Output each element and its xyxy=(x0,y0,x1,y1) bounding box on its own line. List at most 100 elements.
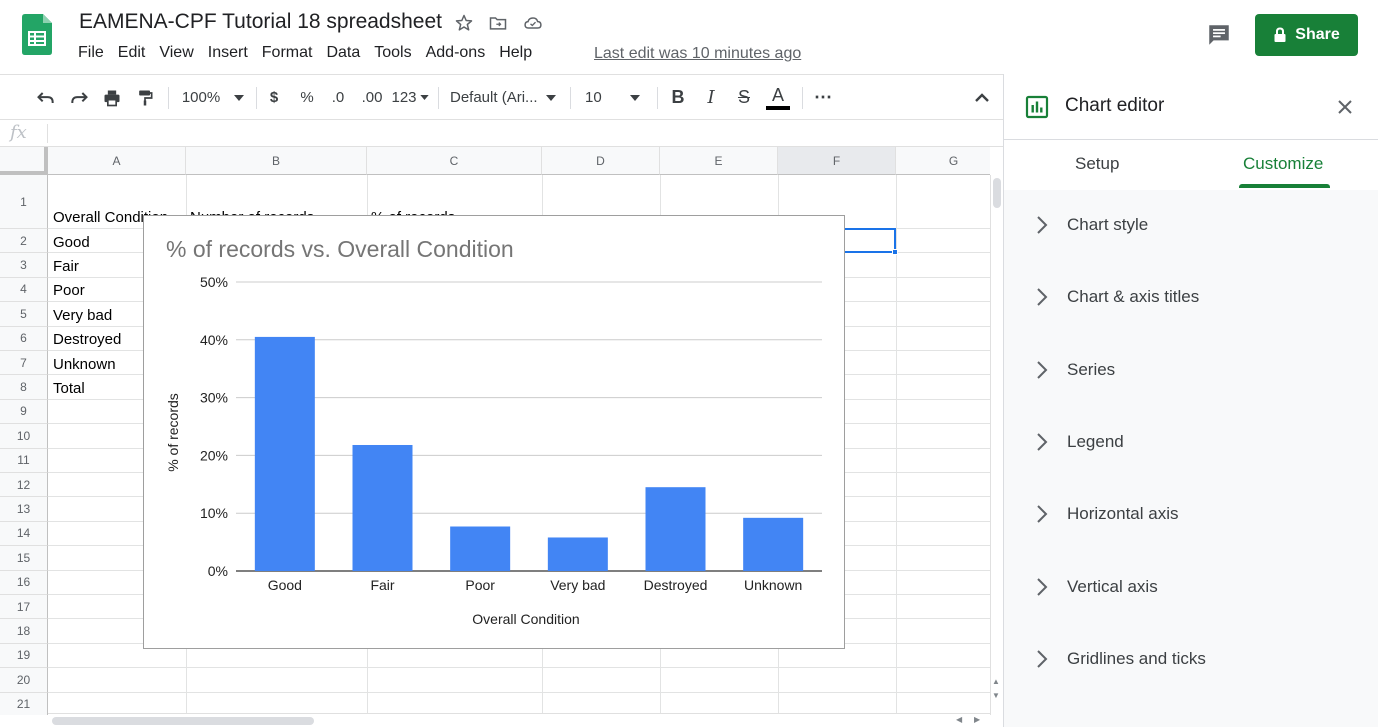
column-header-b[interactable]: B xyxy=(186,147,367,175)
font-size-value: 10 xyxy=(585,89,602,106)
scroll-up-icon[interactable]: ▲ xyxy=(992,677,1002,687)
row-header-21[interactable]: 21 xyxy=(0,692,48,715)
menu-help[interactable]: Help xyxy=(499,44,532,62)
italic-button[interactable]: I xyxy=(699,75,723,120)
row-header-10[interactable]: 10 xyxy=(0,424,48,449)
menu-view[interactable]: View xyxy=(159,44,193,62)
section-vertical-axis[interactable]: Vertical axis xyxy=(1004,567,1378,607)
cell-a5[interactable]: Very bad xyxy=(53,307,112,324)
row-header-14[interactable]: 14 xyxy=(0,521,48,547)
last-edit-link[interactable]: Last edit was 10 minutes ago xyxy=(594,45,801,63)
cell-a8[interactable]: Total xyxy=(53,380,85,397)
column-header-c[interactable]: C xyxy=(367,147,542,175)
column-header-a[interactable]: A xyxy=(48,147,186,175)
number-format-select[interactable]: 123 xyxy=(390,75,430,120)
collapse-menus-icon[interactable] xyxy=(970,75,994,120)
share-button[interactable]: Share xyxy=(1255,14,1358,56)
increase-decimals-button[interactable]: .00 xyxy=(358,75,386,120)
chevron-right-icon xyxy=(1037,216,1048,234)
tab-setup[interactable]: Setup xyxy=(1075,154,1119,174)
tab-customize[interactable]: Customize xyxy=(1243,154,1323,174)
star-icon[interactable] xyxy=(453,12,475,34)
cell-a3[interactable]: Fair xyxy=(53,258,79,275)
select-all-corner[interactable] xyxy=(0,147,48,175)
font-size-select[interactable]: 10 xyxy=(585,75,649,120)
row-header-15[interactable]: 15 xyxy=(0,546,48,571)
zoom-select[interactable]: 100% xyxy=(178,75,248,120)
section-series[interactable]: Series xyxy=(1004,350,1378,390)
column-header-e[interactable]: E xyxy=(660,147,778,175)
row-header-13[interactable]: 13 xyxy=(0,497,48,522)
row-header-1[interactable]: 1 xyxy=(0,175,48,229)
paint-format-icon[interactable] xyxy=(131,75,159,120)
column-header-f[interactable]: F xyxy=(778,147,896,175)
cell-a6[interactable]: Destroyed xyxy=(53,331,121,348)
comments-icon[interactable] xyxy=(1206,22,1232,48)
row-header-18[interactable]: 18 xyxy=(0,619,48,644)
sheets-logo-icon[interactable] xyxy=(22,14,52,55)
row-header-6[interactable]: 6 xyxy=(0,326,48,351)
row-header-4[interactable]: 4 xyxy=(0,277,48,303)
strikethrough-button[interactable]: S xyxy=(732,75,756,120)
row-header-9[interactable]: 9 xyxy=(0,399,48,425)
cell-a4[interactable]: Poor xyxy=(53,282,85,299)
menu-edit[interactable]: Edit xyxy=(118,44,146,62)
scroll-down-icon[interactable]: ▼ xyxy=(992,691,1002,701)
row-header-16[interactable]: 16 xyxy=(0,570,48,595)
document-title[interactable]: EAMENA-CPF Tutorial 18 spreadsheet xyxy=(79,10,442,34)
redo-icon[interactable] xyxy=(65,75,93,120)
row-header-12[interactable]: 12 xyxy=(0,473,48,498)
row-header-19[interactable]: 19 xyxy=(0,643,48,669)
close-icon[interactable] xyxy=(1337,99,1353,115)
scroll-left-icon[interactable]: ◀ xyxy=(956,715,962,724)
toolbar-separator xyxy=(657,87,658,109)
formula-bar[interactable]: fx xyxy=(0,119,1003,147)
vertical-scroll-thumb[interactable] xyxy=(993,178,1001,208)
section-horizontal-axis[interactable]: Horizontal axis xyxy=(1004,494,1378,534)
column-header-d[interactable]: D xyxy=(542,147,660,175)
percent-format-button[interactable]: % xyxy=(295,75,319,120)
row-header-5[interactable]: 5 xyxy=(0,302,48,327)
menu-tools[interactable]: Tools xyxy=(374,44,411,62)
undo-icon[interactable] xyxy=(32,75,60,120)
cell-a2[interactable]: Good xyxy=(53,234,90,251)
embedded-chart[interactable]: % of records vs. Overall Condition 0% 10%… xyxy=(143,215,845,649)
section-gridlines-and-ticks[interactable]: Gridlines and ticks xyxy=(1004,639,1378,679)
move-folder-icon[interactable] xyxy=(487,12,509,34)
row-header-8[interactable]: 8 xyxy=(0,375,48,400)
text-color-button[interactable]: A xyxy=(764,75,792,120)
row-header-7[interactable]: 7 xyxy=(0,351,48,376)
fill-handle[interactable] xyxy=(892,249,898,255)
cloud-saved-icon[interactable] xyxy=(522,12,544,34)
row-header-11[interactable]: 11 xyxy=(0,448,48,473)
currency-format-button[interactable]: $ xyxy=(262,75,286,120)
section-chart-axis-titles[interactable]: Chart & axis titles xyxy=(1004,277,1378,317)
decrease-decimals-button[interactable]: .0 xyxy=(326,75,350,120)
column-header-g[interactable]: G xyxy=(896,147,990,175)
print-icon[interactable] xyxy=(98,75,126,120)
row-header-17[interactable]: 17 xyxy=(0,595,48,620)
row-header-2[interactable]: 2 xyxy=(0,229,48,254)
menu-data[interactable]: Data xyxy=(326,44,360,62)
bold-button[interactable]: B xyxy=(666,75,690,120)
menu-bar: File Edit View Insert Format Data Tools … xyxy=(78,44,546,62)
font-family-select[interactable]: Default (Ari... xyxy=(450,75,562,120)
section-legend[interactable]: Legend xyxy=(1004,422,1378,462)
section-label: Chart style xyxy=(1067,215,1149,234)
cell-a7[interactable]: Unknown xyxy=(53,356,116,373)
vertical-scrollbar[interactable]: ▲ ▼ xyxy=(990,175,1003,715)
toolbar-separator xyxy=(438,87,439,109)
chevron-right-icon xyxy=(1037,360,1048,379)
horizontal-scrollbar[interactable]: ◀ ▶ xyxy=(48,713,990,727)
section-chart-style[interactable]: Chart style xyxy=(1004,205,1378,245)
menu-format[interactable]: Format xyxy=(262,44,313,62)
menu-insert[interactable]: Insert xyxy=(208,44,248,62)
menu-file[interactable]: File xyxy=(78,44,104,62)
scroll-right-icon[interactable]: ▶ xyxy=(974,715,980,724)
more-options-button[interactable]: ⋯ xyxy=(810,75,836,120)
row-header-20[interactable]: 20 xyxy=(0,668,48,693)
row-header-3[interactable]: 3 xyxy=(0,253,48,278)
horizontal-scroll-thumb[interactable] xyxy=(52,717,314,725)
menu-addons[interactable]: Add-ons xyxy=(426,44,486,62)
y-tick-label: 30% xyxy=(200,390,228,406)
